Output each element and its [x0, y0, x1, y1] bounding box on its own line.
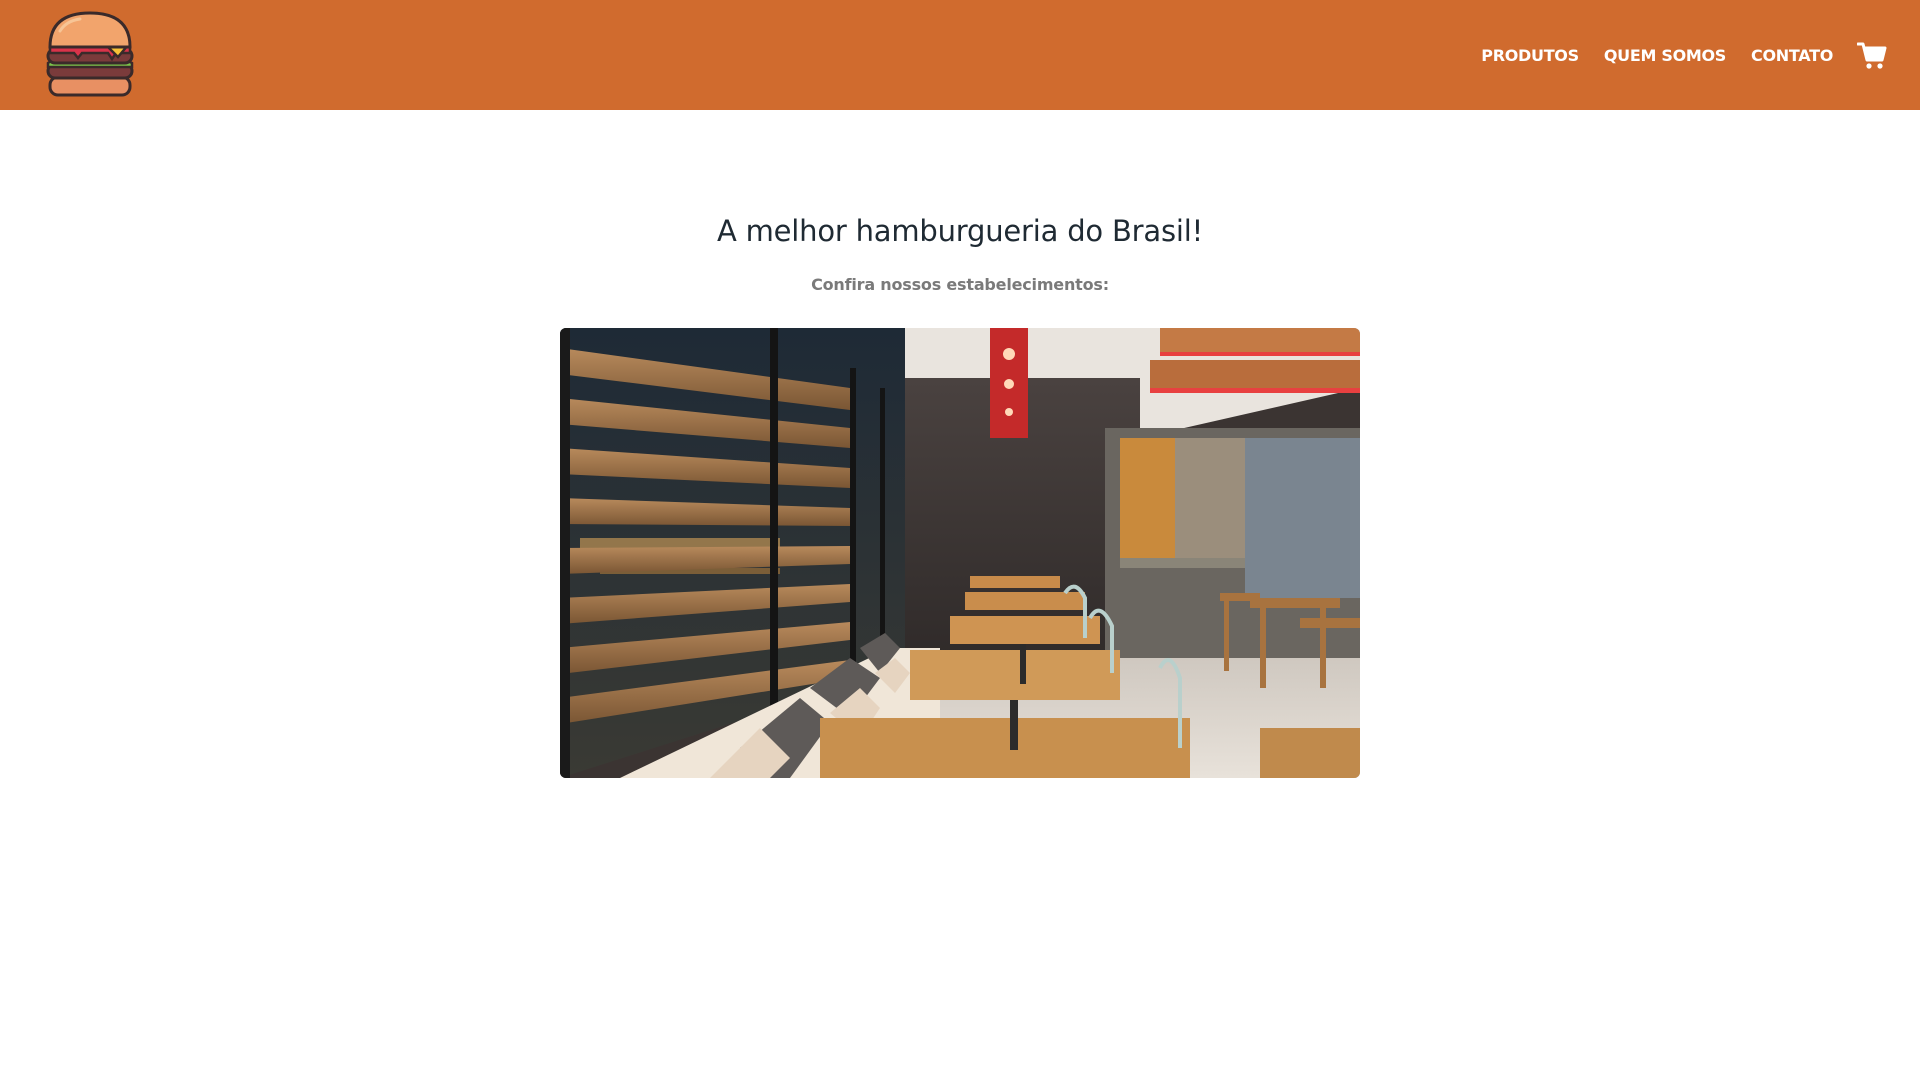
burger-logo-icon[interactable] — [46, 11, 134, 99]
main-nav: PRODUTOS QUEM SOMOS CONTATO — [1456, 0, 1887, 110]
nav-link-contato[interactable]: CONTATO — [1751, 46, 1833, 65]
site-header: PRODUTOS QUEM SOMOS CONTATO — [0, 0, 1920, 110]
restaurant-interior-photo — [560, 328, 1360, 778]
page-title: A melhor hamburgueria do Brasil! — [716, 214, 1204, 248]
page-subtitle: Confira nossos estabelecimentos: — [811, 275, 1109, 294]
shopping-cart-icon[interactable] — [1857, 40, 1887, 70]
nav-link-quem-somos[interactable]: QUEM SOMOS — [1604, 46, 1727, 65]
nav-link-produtos[interactable]: PRODUTOS — [1481, 46, 1579, 65]
